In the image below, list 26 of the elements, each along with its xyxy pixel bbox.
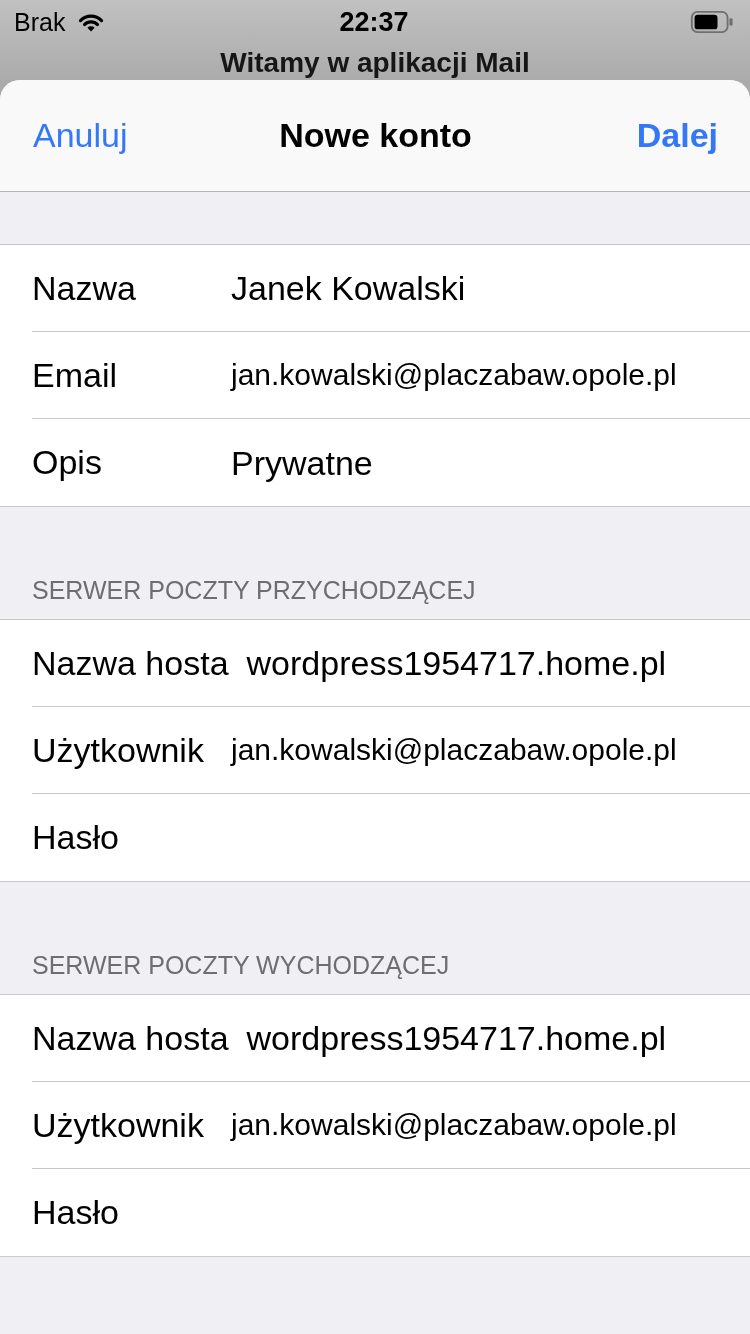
field-label: Użytkownik bbox=[32, 1105, 205, 1145]
cancel-button[interactable]: Anuluj bbox=[33, 110, 128, 161]
field-label: Użytkownik bbox=[32, 730, 205, 770]
input-field[interactable]: Janek Kowalski bbox=[231, 268, 750, 308]
field-label: Hasło bbox=[32, 1193, 120, 1232]
field-label: Nazwa hosta bbox=[32, 1018, 229, 1058]
input-field[interactable]: Prywatne bbox=[231, 442, 750, 483]
input-field[interactable]: jan.kowalski@placzabaw.opole.pl bbox=[231, 730, 750, 770]
wifi-icon bbox=[78, 12, 105, 32]
battery-icon bbox=[690, 11, 734, 33]
screen-title: Nowe konto bbox=[279, 116, 472, 155]
input-field[interactable]: jan.kowalski@placzabaw.opole.pl bbox=[231, 1105, 750, 1145]
input-field[interactable]: wordpress1954717.home.pl bbox=[246, 1018, 750, 1058]
section-header: SERWER POCZTY PRZYCHODZĄCEJ bbox=[32, 575, 476, 605]
input-field[interactable]: wordpress1954717.home.pl bbox=[246, 643, 750, 683]
clock-time: 22:37 bbox=[339, 6, 409, 38]
carrier-label: Brak bbox=[14, 7, 66, 37]
field-label: Nazwa hosta bbox=[32, 643, 229, 683]
section-header: SERWER POCZTY WYCHODZĄCEJ bbox=[32, 950, 450, 980]
field-label: Hasło bbox=[32, 818, 120, 857]
next-button[interactable]: Dalej bbox=[636, 110, 718, 161]
field-label: Email bbox=[32, 355, 119, 395]
input-field[interactable]: jan.kowalski@placzabaw.opole.pl bbox=[231, 355, 750, 395]
background-title: Witamy w aplikacji Mail bbox=[220, 47, 530, 78]
field-label: Nazwa bbox=[32, 268, 137, 308]
field-label: Opis bbox=[32, 443, 103, 482]
